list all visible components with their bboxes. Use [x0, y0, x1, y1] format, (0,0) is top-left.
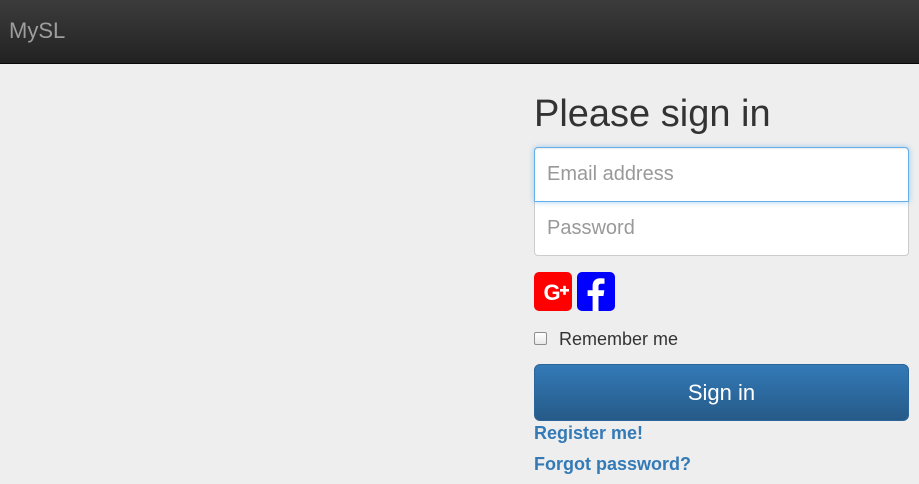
svg-text:G: G: [543, 280, 560, 305]
brand-link[interactable]: MySL: [9, 19, 65, 43]
remember-me-checkbox[interactable]: [534, 332, 547, 345]
forgot-password-link[interactable]: Forgot password?: [534, 453, 691, 475]
facebook-login-button[interactable]: [577, 272, 615, 311]
top-navbar: MySL: [0, 0, 919, 64]
register-link[interactable]: Register me!: [534, 422, 643, 444]
remember-me-label[interactable]: Remember me: [559, 328, 678, 350]
google-plus-login-button[interactable]: G: [534, 272, 572, 311]
page-title: Please sign in: [534, 93, 771, 135]
password-field[interactable]: [534, 201, 909, 256]
sign-in-button[interactable]: Sign in: [534, 364, 909, 421]
email-field[interactable]: [534, 147, 909, 202]
google-plus-icon: G: [543, 280, 569, 305]
facebook-icon: [587, 278, 605, 311]
